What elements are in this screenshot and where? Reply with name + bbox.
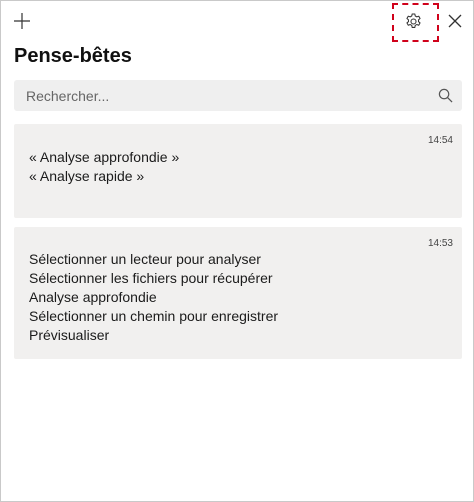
note-line: Analyse approfondie — [29, 289, 157, 305]
add-note-button[interactable] — [9, 8, 35, 34]
search-icon[interactable] — [438, 88, 453, 103]
note-line: « Analyse approfondie » — [29, 149, 180, 165]
note-line: Sélectionner les fichiers pour récupérer — [29, 270, 273, 286]
title-bar — [1, 1, 473, 43]
note-timestamp: 14:54 — [427, 135, 453, 146]
search-box — [14, 80, 462, 111]
note-line: Prévisualiser — [29, 327, 110, 343]
settings-button[interactable] — [392, 3, 439, 42]
note-card[interactable]: 14:53 Sélectionner un lecteur pour analy… — [14, 227, 462, 359]
note-timestamp: 14:53 — [427, 238, 453, 249]
note-line: « Analyse rapide » — [29, 168, 145, 184]
note-line: Sélectionner un lecteur pour analyser — [29, 251, 261, 267]
page-title: Pense-bêtes — [14, 45, 132, 67]
sticky-notes-window: Pense-bêtes 14:54 « Analyse approfondie … — [0, 0, 474, 502]
close-button[interactable] — [442, 8, 468, 34]
note-line: Sélectionner un chemin pour enregistrer — [29, 308, 279, 324]
plus-icon — [14, 13, 30, 29]
close-icon — [448, 14, 462, 28]
note-card[interactable]: 14:54 « Analyse approfondie » « Analyse … — [14, 124, 462, 218]
note-content: « Analyse approfondie » « Analyse rapide… — [29, 148, 179, 186]
search-input[interactable] — [14, 80, 424, 111]
gear-icon — [406, 12, 421, 28]
note-content: Sélectionner un lecteur pour analyser Sé… — [29, 250, 278, 345]
